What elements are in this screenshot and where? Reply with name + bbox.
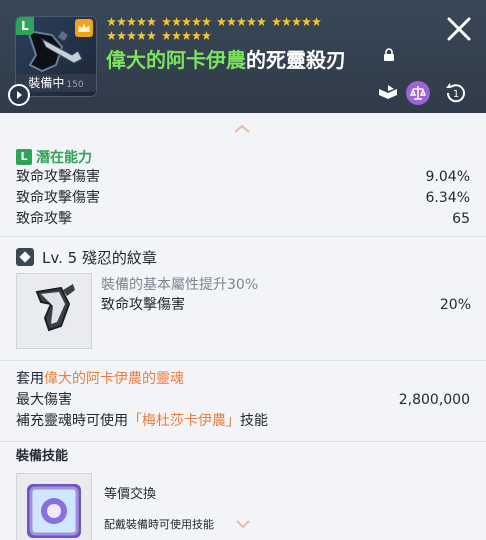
star-icon bbox=[147, 31, 156, 40]
star-icon bbox=[182, 17, 191, 26]
star-icon bbox=[192, 31, 201, 40]
star-group bbox=[217, 17, 266, 31]
equip-skill-section: 裝備技能 bbox=[0, 447, 486, 467]
equivalent-exchange-icon bbox=[27, 484, 81, 538]
star-icon bbox=[162, 31, 171, 40]
potential-grade-badge: L bbox=[16, 149, 32, 165]
soul-skill: 補充靈魂時可使用「梅杜莎卡伊農」技能 bbox=[16, 413, 268, 429]
potential-line: 致命攻擊傷害 6.34% bbox=[16, 190, 470, 206]
star-group bbox=[107, 17, 156, 31]
star-icon bbox=[272, 17, 281, 26]
emblem-stat: 致命攻擊傷害 20% bbox=[101, 297, 471, 313]
emblem-title: Lv. 5 殘忍的紋章 bbox=[42, 248, 157, 267]
star-icon bbox=[127, 17, 136, 26]
item-name-rest: 的死靈殺刃 bbox=[246, 48, 346, 72]
equipped-label: 裝備中 bbox=[28, 76, 65, 90]
divider bbox=[0, 236, 486, 237]
emblem-image bbox=[16, 273, 92, 349]
equipped-level: 150 bbox=[66, 80, 84, 90]
star-row bbox=[107, 31, 377, 45]
potential-header: L 潛在能力 bbox=[16, 147, 470, 167]
equip-skill-description: 配戴裝備時可使用技能 bbox=[104, 518, 214, 531]
star-icon bbox=[257, 17, 266, 26]
close-icon[interactable] bbox=[444, 14, 474, 44]
emblem-diamond-icon bbox=[16, 248, 34, 266]
star-icon bbox=[192, 17, 201, 26]
star-icon bbox=[172, 31, 181, 40]
star-icon bbox=[107, 17, 116, 26]
soul-name: 偉大的阿卡伊農的靈魂 bbox=[44, 371, 184, 387]
star-icon bbox=[202, 31, 211, 40]
share-icon[interactable] bbox=[376, 81, 400, 105]
star-group bbox=[162, 17, 211, 31]
svg-text:1: 1 bbox=[453, 89, 459, 100]
potential-section: L 潛在能力 致命攻擊傷害 9.04% 致命攻擊傷害 6.34% 致命攻擊 65 bbox=[0, 147, 486, 230]
emblem-header: Lv. 5 殘忍的紋章 bbox=[16, 246, 470, 268]
star-icon bbox=[162, 17, 171, 26]
scroll-down-icon bbox=[236, 520, 250, 529]
divider bbox=[0, 441, 486, 442]
item-name-highlight: 偉大的阿卡伊農 bbox=[106, 48, 246, 72]
potential-line: 致命攻擊傷害 9.04% bbox=[16, 169, 470, 185]
star-icon bbox=[282, 17, 291, 26]
star-group bbox=[272, 17, 321, 31]
star-icon bbox=[302, 17, 311, 26]
item-tooltip: L 裝備中 150 偉大的阿卡伊農的死靈殺刃 1 L 潛在能力 致命攻擊傷害 9… bbox=[0, 0, 486, 540]
item-name: 偉大的阿卡伊農的死靈殺刃 bbox=[106, 44, 346, 73]
star-icon bbox=[312, 17, 321, 26]
star-icon bbox=[227, 17, 236, 26]
star-icon bbox=[147, 17, 156, 26]
star-icon bbox=[107, 31, 116, 40]
crown-icon bbox=[75, 19, 93, 37]
star-icon bbox=[237, 17, 246, 26]
soul-stat: 最大傷害 2,800,000 bbox=[16, 392, 470, 408]
play-icon bbox=[17, 91, 22, 99]
compare-scale-icon[interactable] bbox=[406, 81, 430, 105]
equip-skill-image bbox=[16, 473, 92, 540]
soul-skill-name: 「梅杜莎卡伊農」 bbox=[128, 413, 240, 429]
soul-section: 套用偉大的阿卡伊農的靈魂 最大傷害 2,800,000 補充靈魂時可使用「梅杜莎卡… bbox=[0, 369, 486, 432]
star-icon bbox=[137, 17, 146, 26]
grade-badge: L bbox=[16, 17, 34, 35]
star-icon bbox=[292, 17, 301, 26]
star-icon bbox=[117, 17, 126, 26]
star-group bbox=[107, 31, 156, 45]
equip-skill-name: 等價交換 bbox=[104, 487, 157, 502]
star-icon bbox=[202, 17, 211, 26]
preview-button[interactable] bbox=[8, 84, 30, 106]
star-icon bbox=[127, 31, 136, 40]
refresh-icon[interactable]: 1 bbox=[444, 81, 468, 105]
potential-title: 潛在能力 bbox=[36, 150, 92, 166]
star-row bbox=[107, 17, 377, 31]
potential-line: 致命攻擊 65 bbox=[16, 211, 470, 227]
star-icon bbox=[172, 17, 181, 26]
equip-skill-title: 裝備技能 bbox=[16, 449, 69, 464]
star-icon bbox=[117, 31, 126, 40]
star-icon bbox=[217, 17, 226, 26]
item-header: L 裝備中 150 偉大的阿卡伊農的死靈殺刃 1 bbox=[0, 0, 486, 113]
emblem-details: 裝備的基本屬性提升30% 致命攻擊傷害 20% bbox=[101, 275, 471, 316]
star-icon bbox=[137, 31, 146, 40]
star-icon bbox=[247, 17, 256, 26]
lock-icon bbox=[384, 48, 394, 61]
star-force bbox=[107, 17, 377, 45]
item-thumbnail: L 裝備中 150 bbox=[15, 16, 97, 97]
divider bbox=[0, 360, 486, 361]
emblem-section: Lv. 5 殘忍的紋章 bbox=[0, 246, 486, 268]
emblem-description: 裝備的基本屬性提升30% bbox=[101, 277, 259, 293]
scroll-up-icon bbox=[234, 124, 250, 133]
soul-applied: 套用偉大的阿卡伊農的靈魂 bbox=[16, 371, 184, 387]
star-icon bbox=[182, 31, 191, 40]
star-group bbox=[162, 31, 211, 45]
axe-emblem-icon bbox=[35, 284, 75, 332]
